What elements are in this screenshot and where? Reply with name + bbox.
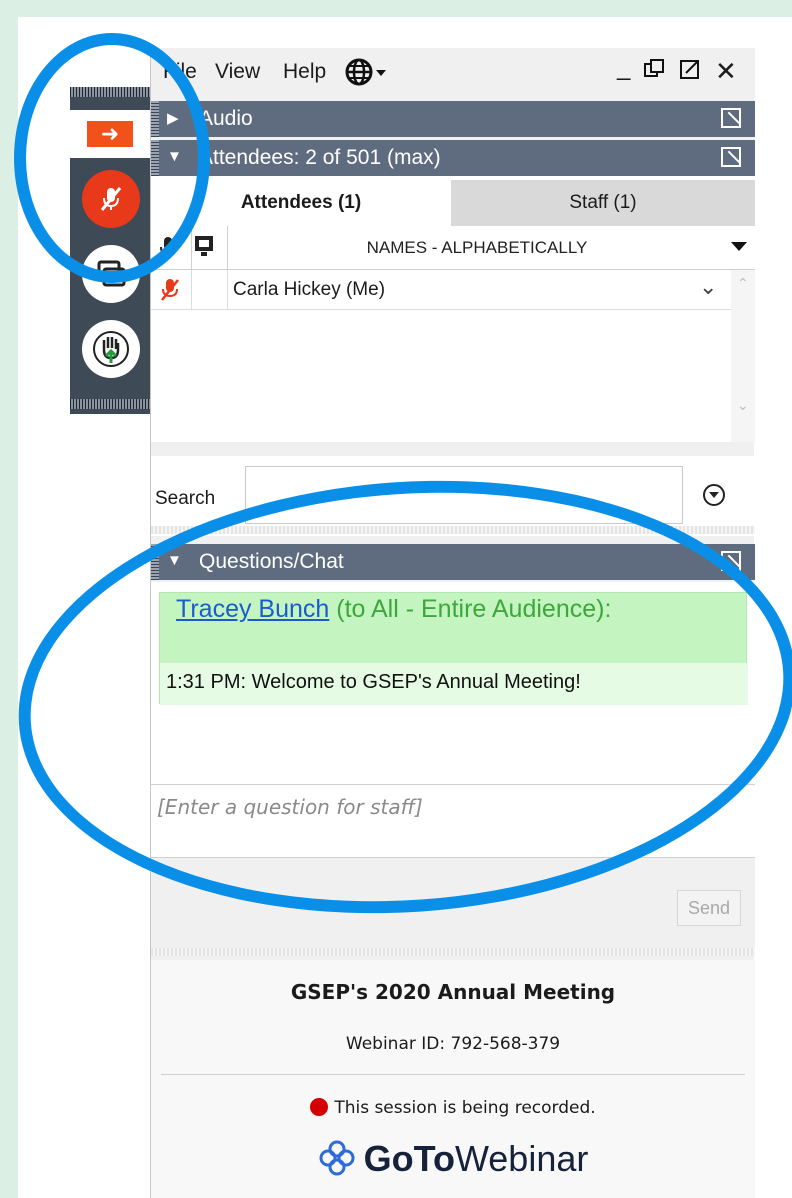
popout-section-icon[interactable] [721,108,741,128]
compose-area [151,858,755,950]
section-grip [151,101,159,137]
expand-triangle-icon: ▶ [167,110,179,127]
mic-toggle-button[interactable] [82,170,140,228]
scroll-up-icon[interactable]: ⌃ [737,276,749,292]
minimize-button[interactable]: _ [617,54,630,82]
recording-notice: This session is being recorded. [151,1098,755,1118]
popout-section-icon[interactable] [721,551,741,571]
message-header: Tracey Bunch (to All - Entire Audience): [176,597,736,622]
search-options-icon[interactable] [703,484,725,506]
brand-bold: GoTo [363,1138,455,1179]
list-item[interactable]: Carla Hickey (Me) ⌄ [151,270,731,310]
recording-text: This session is being recorded. [334,1098,596,1118]
strip-grip-bottom[interactable] [70,399,150,409]
collapse-triangle-icon: ▼ [167,552,182,569]
column-divider [191,270,192,310]
attendees-section-header[interactable]: ▼ Attendees: 2 of 501 (max) [151,140,755,176]
raise-hand-icon [93,331,129,367]
globe-icon [345,58,386,86]
close-button[interactable]: ✕ [715,56,737,87]
popout-button[interactable] [679,58,701,87]
send-button[interactable]: Send [677,890,741,926]
audio-section-title: Audio [199,107,253,130]
language-menu[interactable] [345,58,389,92]
attendee-list-header: NAMES - ALPHABETICALLY [151,226,755,270]
question-input[interactable]: [Enter a question for staff] [151,784,755,858]
raise-hand-button[interactable] [82,320,140,378]
recording-icon [310,1098,329,1116]
restore-button[interactable] [643,58,665,87]
collapse-triangle-icon: ▼ [167,148,182,165]
strip-grip-top[interactable] [70,87,150,97]
sender-link[interactable]: Tracey Bunch [176,595,329,623]
section-grip [151,140,159,176]
menu-view[interactable]: View [215,60,260,84]
section-grip [151,544,159,580]
section-resize-handle[interactable] [151,526,755,534]
gotowebinar-logo: GoToWebinar [151,1138,755,1180]
brand-regular: Webinar [454,1138,589,1179]
arrow-right-icon: ➜ [87,121,133,147]
scroll-down-icon[interactable]: ⌄ [737,398,749,414]
popout-section-icon[interactable] [721,147,741,167]
muted-mic-icon [100,187,122,211]
column-divider [227,270,228,310]
message-body: 1:31 PM: Welcome to GSEP's Annual Meetin… [160,663,748,705]
menu-file[interactable]: File [163,60,197,84]
audio-section-header[interactable]: ▶ Audio [151,101,755,137]
tab-attendees[interactable]: Attendees (1) [151,180,451,226]
recipient-text: (to All - Entire Audience): [329,595,612,623]
webinar-title: GSEP's 2020 Annual Meeting [290,980,616,1004]
webinar-info: GSEP's 2020 Annual Meeting Webinar ID: 7… [151,960,755,1198]
popout-icon [680,60,699,79]
list-scrollbar[interactable]: ⌃ ⌄ [731,270,755,442]
collapse-panel-button[interactable]: ➜ [70,110,150,158]
control-panel: File View Help _ ✕ ▶ Audio ▼ Attendees: … [150,48,755,1198]
menu-bar: File View Help _ ✕ [151,48,755,97]
questions-section-title: Questions/Chat [199,550,344,573]
attendees-section-title: Attendees: 2 of 501 (max) [199,146,441,169]
attendee-list: Carla Hickey (Me) ⌄ ⌃ ⌄ [151,270,755,442]
webinar-id: Webinar ID: 792-568-379 [345,1034,561,1054]
column-divider [191,226,192,270]
section-resize-handle[interactable] [151,948,755,956]
message-time: 1:31 PM: [166,671,247,693]
menu-help[interactable]: Help [283,60,326,84]
divider [161,1074,745,1075]
chat-message: Tracey Bunch (to All - Entire Audience):… [159,592,748,705]
sort-label[interactable]: NAMES - ALPHABETICALLY [227,238,727,258]
message-text: Welcome to GSEP's Annual Meeting! [251,671,581,693]
search-label: Search [155,488,216,509]
search-row: Search [151,456,755,536]
mic-column-icon[interactable] [159,236,177,263]
sort-dropdown-icon[interactable] [731,242,747,251]
attendee-tabs: Attendees (1) Staff (1) [151,180,755,226]
muted-mic-icon [161,278,179,308]
screen-share-icon [97,260,126,287]
attendee-name: Carla Hickey (Me) [233,279,386,300]
flower-logo-icon [319,1140,355,1176]
restore-icon [644,59,664,77]
screen-view-button[interactable] [82,245,140,303]
chevron-down-icon[interactable]: ⌄ [699,274,717,300]
chat-log: Tracey Bunch (to All - Entire Audience):… [151,582,755,784]
tab-staff[interactable]: Staff (1) [451,180,755,226]
questions-section-header[interactable]: ▼ Questions/Chat [151,544,755,580]
screen-column-icon[interactable] [193,234,217,263]
search-input[interactable] [245,466,683,524]
